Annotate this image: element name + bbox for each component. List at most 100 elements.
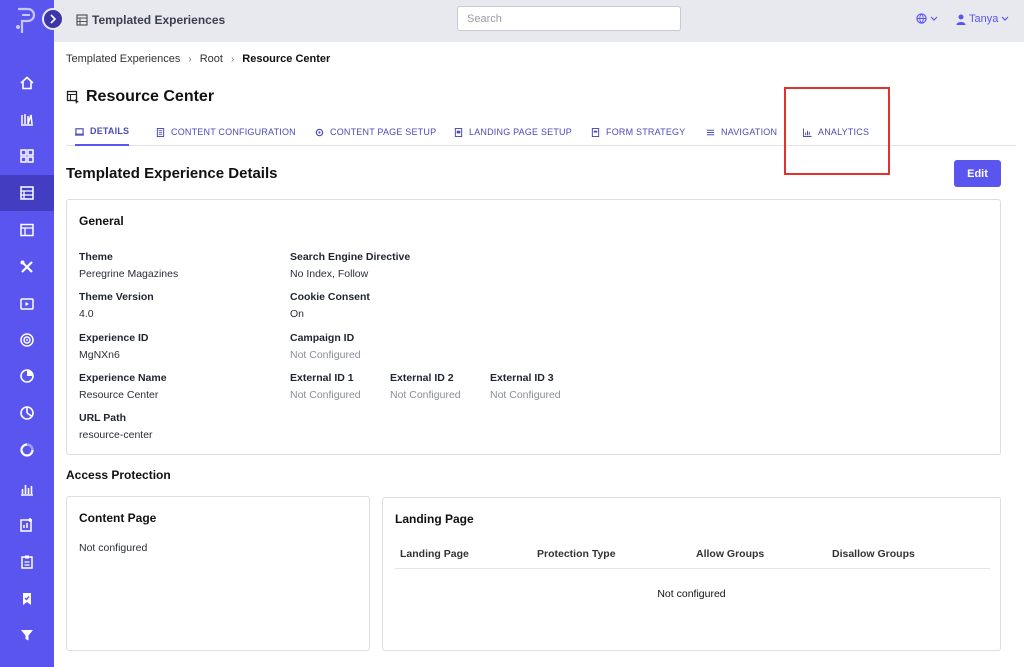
video-icon xyxy=(20,298,34,310)
tab-content-page-setup[interactable]: CONTENT PAGE SETUP xyxy=(315,118,436,146)
pie-chart-icon xyxy=(20,406,34,420)
details-section-title: Templated Experience Details xyxy=(66,165,278,182)
sidebar-item-templated-experiences[interactable] xyxy=(0,175,54,211)
chevron-right-icon: › xyxy=(188,53,192,65)
column-header-protection-type: Protection Type xyxy=(537,548,616,560)
sidebar-item-layout[interactable] xyxy=(0,212,54,248)
field-value: Not Configured xyxy=(390,389,461,401)
field-label: Search Engine Directive xyxy=(290,251,411,263)
tools-icon xyxy=(20,260,33,273)
template-icon xyxy=(76,14,88,26)
details-icon xyxy=(75,127,84,136)
field-label: Experience Name xyxy=(79,372,167,384)
table-header-divider xyxy=(395,568,990,569)
field-label: URL Path xyxy=(79,412,127,424)
field-label: External ID 2 xyxy=(390,372,454,384)
edit-button[interactable]: Edit xyxy=(954,160,1001,187)
language-selector[interactable] xyxy=(916,13,938,24)
field-label: Theme xyxy=(79,251,113,263)
field-value: Peregrine Magazines xyxy=(79,268,179,280)
landing-page-card: Landing Page Not configured xyxy=(382,497,1001,651)
sidebar-item-filters[interactable] xyxy=(0,617,54,653)
general-card-title: General xyxy=(79,214,124,228)
cog-icon xyxy=(315,128,324,136)
general-card: General Theme Peregrine Magazines Theme … xyxy=(66,199,1001,455)
sidebar-item-library[interactable] xyxy=(0,101,54,137)
library-icon xyxy=(21,114,33,126)
user-menu[interactable]: Tanya xyxy=(956,13,1009,25)
sidebar-item-dashboard[interactable] xyxy=(0,138,54,174)
analytics-highlight-box xyxy=(784,87,890,175)
field-campaign-id: Campaign ID Not Configured xyxy=(290,332,361,361)
donut-icon xyxy=(20,443,34,457)
layout-icon xyxy=(20,223,34,237)
access-protection-title: Access Protection xyxy=(66,468,171,482)
sidebar-item-new-report[interactable] xyxy=(0,507,54,543)
user-icon xyxy=(956,14,966,25)
tab-label: DETAILS xyxy=(90,126,130,136)
page-title: Resource Center xyxy=(66,88,214,106)
sidebar-item-home[interactable] xyxy=(0,65,54,101)
document-icon xyxy=(156,127,165,137)
tab-form-strategy[interactable]: FORM STRATEGY xyxy=(591,118,685,146)
field-value: Not Configured xyxy=(290,389,361,401)
sidebar-item-bookmarks[interactable] xyxy=(0,581,54,617)
sidebar-item-targets[interactable] xyxy=(0,322,54,358)
clipboard-icon xyxy=(21,555,33,569)
form-icon xyxy=(591,127,600,137)
field-label: External ID 1 xyxy=(290,372,354,384)
sidebar-item-analytics[interactable] xyxy=(0,471,54,507)
field-experience-id: Experience ID MgNXn6 xyxy=(79,332,148,361)
tab-content-configuration[interactable]: CONTENT CONFIGURATION xyxy=(156,118,296,146)
search-input[interactable] xyxy=(457,6,681,31)
field-value: Resource Center xyxy=(79,389,159,401)
tab-details[interactable]: DETAILS xyxy=(75,118,130,146)
chart-add-icon xyxy=(20,518,32,532)
field-external-id-1: External ID 1 Not Configured xyxy=(290,372,361,401)
field-experience-name: Experience Name Resource Center xyxy=(79,372,167,401)
breadcrumb-root[interactable]: Root xyxy=(200,53,223,65)
tab-label: LANDING PAGE SETUP xyxy=(469,127,572,137)
column-header-landing-page: Landing Page xyxy=(400,548,469,560)
field-url-path: URL Path resource-center xyxy=(79,412,153,441)
filter-icon xyxy=(21,630,33,641)
template-icon xyxy=(66,90,79,104)
sidebar-item-tools[interactable] xyxy=(0,249,54,285)
tab-label: CONTENT PAGE SETUP xyxy=(330,127,437,137)
field-value: MgNXn6 xyxy=(79,349,120,361)
field-label: External ID 3 xyxy=(490,372,554,384)
sidebar-expand-button[interactable] xyxy=(42,8,64,30)
field-label: Experience ID xyxy=(79,332,149,344)
sidebar-item-media[interactable] xyxy=(0,286,54,322)
content-page-card-title: Content Page xyxy=(79,511,157,525)
breadcrumb: Templated Experiences › Root › Resource … xyxy=(66,53,330,65)
grid-icon xyxy=(20,149,34,163)
column-header-disallow-groups: Disallow Groups xyxy=(832,548,915,560)
field-external-id-2: External ID 2 Not Configured xyxy=(390,372,461,401)
field-label: Campaign ID xyxy=(290,332,355,344)
breadcrumb-current: Resource Center xyxy=(242,53,331,65)
tab-label: FORM STRATEGY xyxy=(606,127,686,137)
logo-icon xyxy=(16,7,36,33)
content-page-card: Content Page Not configured xyxy=(66,496,370,651)
field-external-id-3: External ID 3 Not Configured xyxy=(490,372,561,401)
sidebar-item-reports[interactable] xyxy=(0,358,54,394)
column-header-allow-groups: Allow Groups xyxy=(696,548,765,560)
bookmark-icon xyxy=(23,593,31,605)
main-content: Templated Experiences › Root › Resource … xyxy=(54,42,1016,667)
field-value: resource-center xyxy=(79,429,153,441)
sidebar-item-segments[interactable] xyxy=(0,395,54,431)
landing-page-card-title: Landing Page xyxy=(395,512,474,526)
field-value: 4.0 xyxy=(79,308,94,320)
tab-navigation[interactable]: NAVIGATION xyxy=(706,118,777,146)
target-icon xyxy=(20,333,34,347)
breadcrumb-templated-experiences[interactable]: Templated Experiences xyxy=(66,53,180,65)
chevron-down-icon xyxy=(930,16,938,21)
sidebar xyxy=(0,0,54,667)
user-name: Tanya xyxy=(969,13,999,25)
tab-landing-page-setup[interactable]: LANDING PAGE SETUP xyxy=(454,118,572,146)
sidebar-item-forms[interactable] xyxy=(0,544,54,580)
app-title: Templated Experiences xyxy=(76,13,225,27)
sidebar-item-insights[interactable] xyxy=(0,432,54,468)
field-value: Not Configured xyxy=(290,349,361,361)
